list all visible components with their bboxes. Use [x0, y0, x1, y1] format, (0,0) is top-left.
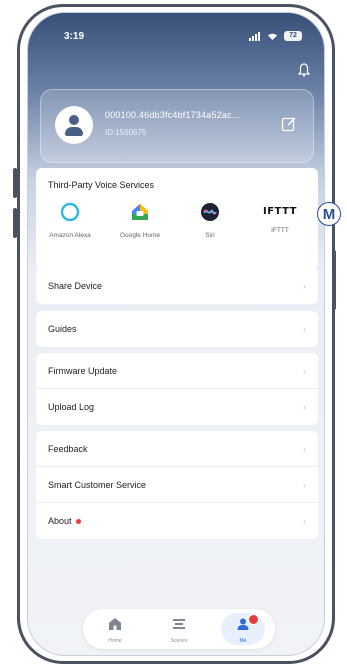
menu-item-label: Upload Log — [48, 402, 95, 412]
wifi-icon — [268, 33, 277, 40]
status-icons: 72 — [249, 31, 302, 41]
tab-label: Scenes — [170, 638, 188, 644]
tab-label: Home — [108, 638, 122, 644]
scenes-icon — [173, 619, 185, 629]
phone-power-button — [332, 250, 336, 310]
menu-item-feedback[interactable]: Feedback › — [36, 431, 318, 467]
service-amazon-alexa[interactable]: Amazon Alexa — [42, 202, 98, 240]
voice-services-card: Third-Party Voice Services Amazon Alexa … — [36, 168, 318, 270]
tab-me[interactable]: Me — [211, 609, 275, 649]
menu-item-label: About — [48, 516, 81, 526]
bottom-tab-bar: Home Scenes Me — [83, 609, 275, 649]
user-id: ID:1560675 — [105, 128, 147, 137]
menu-item-smart-customer-service[interactable]: Smart Customer Service › — [36, 467, 318, 503]
ifttt-icon: IFTTT — [263, 206, 297, 217]
tab-scenes[interactable]: Scenes — [147, 609, 211, 649]
app-screen: 3:19 72 000100.46db3fc4bf1734a52ac... ID… — [27, 12, 325, 656]
service-label: Google Home — [119, 232, 161, 239]
signal-icon — [249, 31, 260, 41]
service-siri[interactable]: Siri — [182, 202, 238, 240]
siri-icon — [201, 203, 219, 221]
menu-item-share-device[interactable]: Share Device › — [36, 268, 318, 304]
phone-side-button — [13, 168, 17, 198]
service-label: IFTTT — [271, 227, 289, 234]
profile-card[interactable]: 000100.46db3fc4bf1734a52ac... ID:1560675 — [40, 89, 314, 163]
user-name: 000100.46db3fc4bf1734a52ac... — [105, 110, 240, 120]
edit-icon[interactable] — [281, 116, 297, 132]
menu-group-device: Firmware Update › Upload Log › — [36, 353, 318, 425]
chevron-right-icon: › — [303, 444, 306, 454]
chevron-right-icon: › — [303, 366, 306, 376]
menu-group-support: Feedback › Smart Customer Service › Abou… — [36, 431, 318, 539]
menu-group-guides: Guides › — [36, 311, 318, 347]
service-google-home[interactable]: Google Home — [112, 202, 168, 240]
phone-side-button — [13, 208, 17, 238]
chevron-right-icon: › — [303, 480, 306, 490]
menu-item-label: Feedback — [48, 444, 88, 454]
battery-icon: 72 — [284, 31, 302, 41]
menu-item-label: Firmware Update — [48, 366, 118, 376]
chevron-right-icon: › — [303, 281, 306, 291]
menu-group-share: Share Device › — [36, 268, 318, 304]
google-home-icon — [132, 204, 148, 220]
service-ifttt[interactable]: IFTTT IFTTT — [252, 202, 308, 235]
chevron-right-icon: › — [303, 516, 306, 526]
menu-item-label: Guides — [48, 324, 77, 334]
notification-badge — [248, 614, 259, 625]
menu-item-upload-log[interactable]: Upload Log › — [36, 389, 318, 425]
home-icon — [109, 618, 121, 630]
update-dot — [75, 519, 81, 525]
status-bar: 3:19 72 — [28, 31, 324, 47]
menu-item-guides[interactable]: Guides › — [36, 311, 318, 347]
voice-services-title: Third-Party Voice Services — [48, 180, 155, 190]
menu-item-about[interactable]: About › — [36, 503, 318, 539]
tab-label: Me — [239, 638, 247, 644]
chevron-right-icon: › — [303, 324, 306, 334]
annotation-marker: M — [317, 202, 341, 226]
menu-item-label: Smart Customer Service — [48, 480, 147, 490]
service-label: Amazon Alexa — [49, 232, 91, 239]
menu-item-firmware-update[interactable]: Firmware Update › — [36, 353, 318, 389]
status-time: 3:19 — [64, 31, 85, 42]
service-label: Siri — [205, 232, 215, 239]
amazon-alexa-icon — [60, 202, 80, 222]
bell-icon[interactable] — [298, 63, 310, 77]
tab-home[interactable]: Home — [83, 609, 147, 649]
menu-item-label: Share Device — [48, 281, 103, 291]
avatar — [55, 106, 93, 144]
chevron-right-icon: › — [303, 402, 306, 412]
